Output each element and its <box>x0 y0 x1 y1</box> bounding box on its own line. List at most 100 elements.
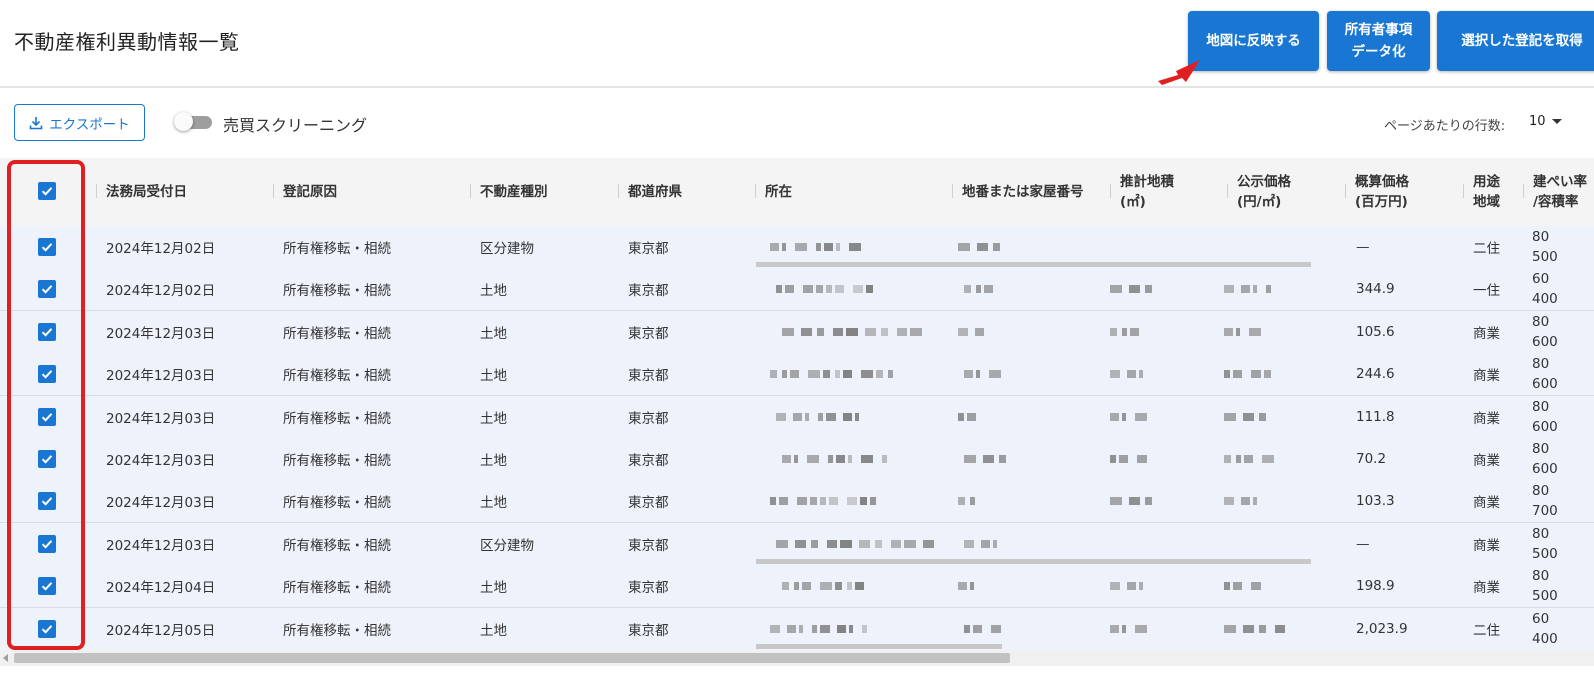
redacted-value <box>964 284 999 294</box>
floor-area-ratio-value: 500 <box>1532 588 1558 605</box>
cell-approx-price: 111.8 <box>1356 408 1395 425</box>
cell-date: 2024年12月02日 <box>106 283 216 300</box>
scrollbar-thumb[interactable] <box>14 653 1010 663</box>
table-row[interactable]: 2024年12月03日 所有権移転・相続 土地 東京都 244.6 商業 80 600 <box>0 353 1594 397</box>
column-header-public-price[interactable]: 公示価格 (円/㎡) <box>1237 158 1291 226</box>
column-header-lot[interactable]: 地番または家屋番号 <box>962 158 1084 226</box>
cell-type: 土地 <box>480 622 507 639</box>
column-header-location[interactable]: 所在 <box>765 158 792 226</box>
column-separator <box>618 184 619 198</box>
column-header-approx-price[interactable]: 概算価格 (百万円) <box>1355 158 1409 226</box>
owner-data-button[interactable]: 所有者事項 データ化 <box>1327 11 1430 71</box>
export-label: エクスポート <box>49 116 130 133</box>
cell-coverage-ratio: 80 500 <box>1532 226 1558 268</box>
redacted-value <box>770 242 867 252</box>
redacted-value <box>1110 454 1147 464</box>
table-row[interactable]: 2024年12月04日 所有権移転・相続 土地 東京都 198.9 商業 80 500 <box>0 565 1594 609</box>
table-row[interactable]: 2024年12月03日 所有権移転・相続 土地 東京都 103.3 商業 80 700 <box>0 480 1594 524</box>
cell-prefecture: 東京都 <box>628 368 669 385</box>
column-header-coverage-ratio[interactable]: 建ぺい率 /容積率 <box>1533 158 1587 226</box>
floor-area-ratio-value: 400 <box>1532 291 1558 308</box>
cell-coverage-ratio: 80 600 <box>1532 396 1558 438</box>
floor-area-ratio-value: 600 <box>1532 461 1558 477</box>
coverage-ratio-value: 80 <box>1532 568 1550 585</box>
row-scrollbar[interactable] <box>756 262 1311 267</box>
cell-cause: 所有権移転・相続 <box>283 283 391 300</box>
column-separator <box>1345 184 1346 198</box>
cell-cause: 所有権移転・相続 <box>283 453 391 469</box>
redacted-value <box>770 624 867 634</box>
coverage-ratio-value: 80 <box>1532 398 1550 415</box>
redacted-value <box>1110 284 1158 294</box>
cell-date: 2024年12月02日 <box>106 241 216 257</box>
cell-coverage-ratio: 80 600 <box>1532 311 1558 353</box>
redacted-value <box>964 369 1007 379</box>
cell-type: 土地 <box>480 580 507 597</box>
coverage-ratio-value: 80 <box>1532 483 1550 500</box>
cell-coverage-ratio: 80 500 <box>1532 523 1558 565</box>
column-separator <box>1523 184 1524 198</box>
scroll-left-icon[interactable] <box>3 654 8 662</box>
table-row[interactable]: 2024年12月03日 所有権移転・相続 土地 東京都 105.6 商業 80 600 <box>0 310 1594 354</box>
table-row[interactable]: 2024年12月02日 所有権移転・相続 土地 東京都 344.9 一住 60 400 <box>0 268 1594 312</box>
redacted-value <box>958 327 984 337</box>
redacted-value <box>1110 624 1153 634</box>
screening-toggle[interactable] <box>174 112 212 131</box>
row-scrollbar[interactable] <box>756 643 1002 649</box>
horizontal-scrollbar[interactable] <box>0 650 1594 666</box>
screening-label: 売買スクリーニング <box>223 116 368 135</box>
column-header-type[interactable]: 不動産種別 <box>480 158 548 226</box>
redacted-value <box>1110 581 1149 591</box>
row-scrollbar[interactable] <box>756 558 1311 564</box>
redacted-value <box>1224 581 1261 591</box>
table-row[interactable]: 2024年12月02日 所有権移転・相続 区分建物 東京都 — 二住 80 500 <box>0 226 1594 269</box>
cell-cause: 所有権移転・相続 <box>283 580 391 597</box>
cell-zone: 商業 <box>1473 368 1500 385</box>
floor-area-ratio-value: 600 <box>1532 418 1558 435</box>
column-header-zone[interactable]: 用途 地域 <box>1473 158 1500 226</box>
coverage-ratio-value: 60 <box>1532 610 1550 627</box>
column-header-pref[interactable]: 都道府県 <box>628 158 682 226</box>
page-title: 不動産権利異動情報一覧 <box>14 30 240 54</box>
column-separator <box>470 184 471 198</box>
cell-coverage-ratio: 80 600 <box>1532 438 1558 480</box>
rows-per-page-value: 10 <box>1529 114 1546 129</box>
cell-approx-price: — <box>1356 535 1370 552</box>
cell-coverage-ratio: 80 700 <box>1532 480 1558 522</box>
owner-data-label-line2: データ化 <box>1351 44 1406 60</box>
table-row[interactable]: 2024年12月03日 所有権移転・相続 土地 東京都 111.8 商業 80 600 <box>0 395 1594 439</box>
get-selected-registrations-button[interactable]: 選択した登記を取得 <box>1437 11 1594 71</box>
cell-date: 2024年12月03日 <box>106 495 216 512</box>
cell-prefecture: 東京都 <box>628 241 669 257</box>
reflect-on-map-label: 地図に反映する <box>1206 33 1301 49</box>
cell-type: 土地 <box>480 453 507 469</box>
reflect-on-map-button[interactable]: 地図に反映する <box>1188 11 1319 71</box>
table-row[interactable]: 2024年12月05日 所有権移転・相続 土地 東京都 2,023.9 二住 60 400 <box>0 607 1594 650</box>
export-button[interactable]: エクスポート <box>14 104 145 141</box>
table-row[interactable]: 2024年12月03日 所有権移転・相続 土地 東京都 70.2 商業 80 600 <box>0 438 1594 481</box>
cell-prefecture: 東京都 <box>628 453 669 469</box>
table-row[interactable]: 2024年12月03日 所有権移転・相続 区分建物 東京都 — 商業 80 500 <box>0 522 1594 566</box>
redacted-value <box>776 412 865 422</box>
cell-cause: 所有権移転・相続 <box>283 368 391 385</box>
cell-coverage-ratio: 60 400 <box>1532 608 1558 650</box>
cell-cause: 所有権移転・相続 <box>283 622 391 639</box>
public-header-line1: 公示価格 <box>1237 174 1291 190</box>
redacted-value <box>1224 369 1271 379</box>
cell-cause: 所有権移転・相続 <box>283 325 391 342</box>
column-header-cause[interactable]: 登記原因 <box>283 158 337 226</box>
cell-coverage-ratio: 80 600 <box>1532 353 1558 395</box>
cell-date: 2024年12月03日 <box>106 410 216 427</box>
cell-approx-price: 103.3 <box>1356 493 1395 510</box>
cell-prefecture: 東京都 <box>628 622 669 639</box>
cell-zone: 商業 <box>1473 495 1500 512</box>
cell-type: 土地 <box>480 410 507 427</box>
column-header-area[interactable]: 推計地積 (㎡) <box>1120 158 1174 226</box>
column-header-date[interactable]: 法務局受付日 <box>106 158 187 226</box>
cell-cause: 所有権移転・相続 <box>283 241 391 257</box>
registration-table: 法務局受付日 登記原因 不動産種別 都道府県 所在 地番または家屋番号 推計地積… <box>0 158 1594 650</box>
redacted-value <box>1224 624 1285 634</box>
rows-per-page-select[interactable]: 10 <box>1529 114 1562 129</box>
cell-date: 2024年12月03日 <box>106 453 216 469</box>
ratio-header-line1: 建ぺい率 <box>1533 174 1587 190</box>
